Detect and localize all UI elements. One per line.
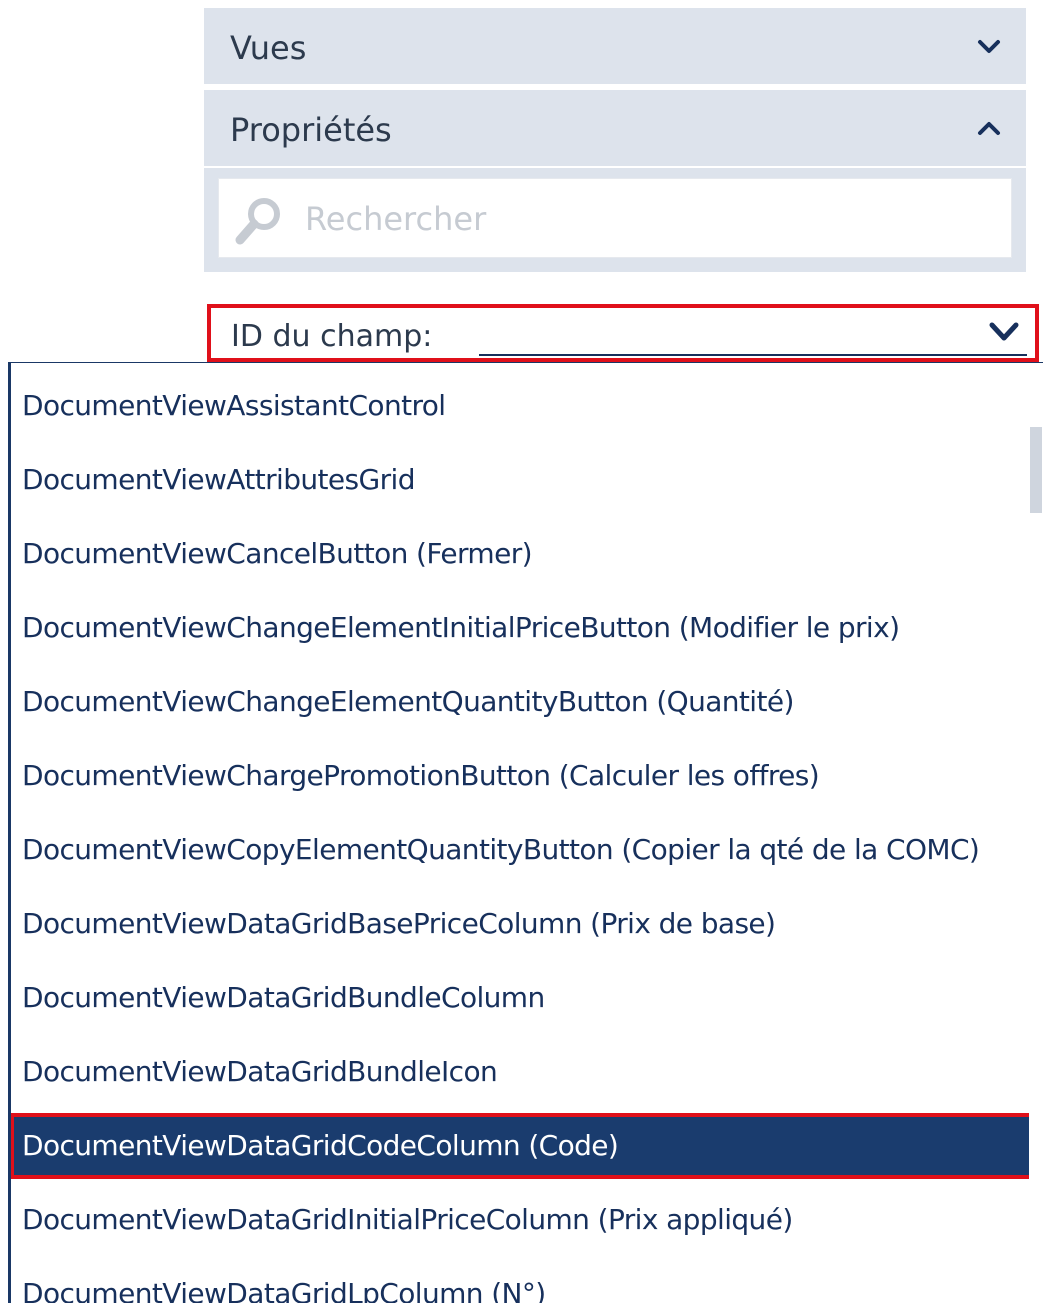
proprietes-panel-title: Propriétés bbox=[230, 111, 392, 149]
list-item[interactable]: DocumentViewChargePromotionButton (Calcu… bbox=[11, 743, 1031, 809]
chevron-down-icon[interactable] bbox=[987, 316, 1021, 350]
dropdown-scrollbar[interactable] bbox=[1029, 363, 1043, 1303]
vues-panel-title: Vues bbox=[230, 29, 307, 67]
list-item[interactable]: DocumentViewDataGridLpColumn (N°) bbox=[11, 1261, 1031, 1303]
search-box[interactable] bbox=[218, 178, 1012, 258]
proprietes-panel-header[interactable]: Propriétés bbox=[204, 90, 1026, 166]
list-item[interactable]: DocumentViewCancelButton (Fermer) bbox=[11, 521, 1031, 587]
list-item[interactable]: DocumentViewChangeElementInitialPriceBut… bbox=[11, 595, 1031, 661]
list-item[interactable]: DocumentViewDataGridBundleColumn bbox=[11, 965, 1031, 1031]
field-id-row: ID du champ: bbox=[207, 304, 1039, 362]
vues-panel-header[interactable]: Vues bbox=[204, 8, 1026, 84]
list-item[interactable]: DocumentViewDataGridInitialPriceColumn (… bbox=[11, 1187, 1031, 1253]
chevron-up-icon[interactable] bbox=[972, 112, 1006, 146]
properties-pane: Vues Propriétés ID du champ: Document bbox=[0, 0, 1043, 1303]
list-item[interactable]: DocumentViewDataGridBasePriceColumn (Pri… bbox=[11, 891, 1031, 957]
list-item[interactable]: DocumentViewDataGridBundleIcon bbox=[11, 1039, 1031, 1105]
list-item[interactable]: DocumentViewChangeElementQuantityButton … bbox=[11, 669, 1031, 735]
field-id-dropdown-list[interactable]: DocumentViewAssistantControl DocumentVie… bbox=[8, 362, 1043, 1303]
dropdown-scrollbar-thumb[interactable] bbox=[1030, 427, 1042, 513]
field-id-select[interactable] bbox=[479, 314, 1027, 356]
search-container bbox=[204, 168, 1026, 272]
search-input[interactable] bbox=[305, 193, 995, 245]
list-item[interactable]: DocumentViewCopyElementQuantityButton (C… bbox=[11, 817, 1031, 883]
list-item[interactable]: DocumentViewAttributesGrid bbox=[11, 447, 1031, 513]
chevron-down-icon[interactable] bbox=[972, 30, 1006, 64]
list-item-selected[interactable]: DocumentViewDataGridCodeColumn (Code) bbox=[11, 1113, 1034, 1179]
list-item[interactable]: DocumentViewAssistantControl bbox=[11, 373, 1031, 439]
field-id-label: ID du champ: bbox=[231, 319, 433, 354]
search-icon bbox=[235, 198, 280, 245]
